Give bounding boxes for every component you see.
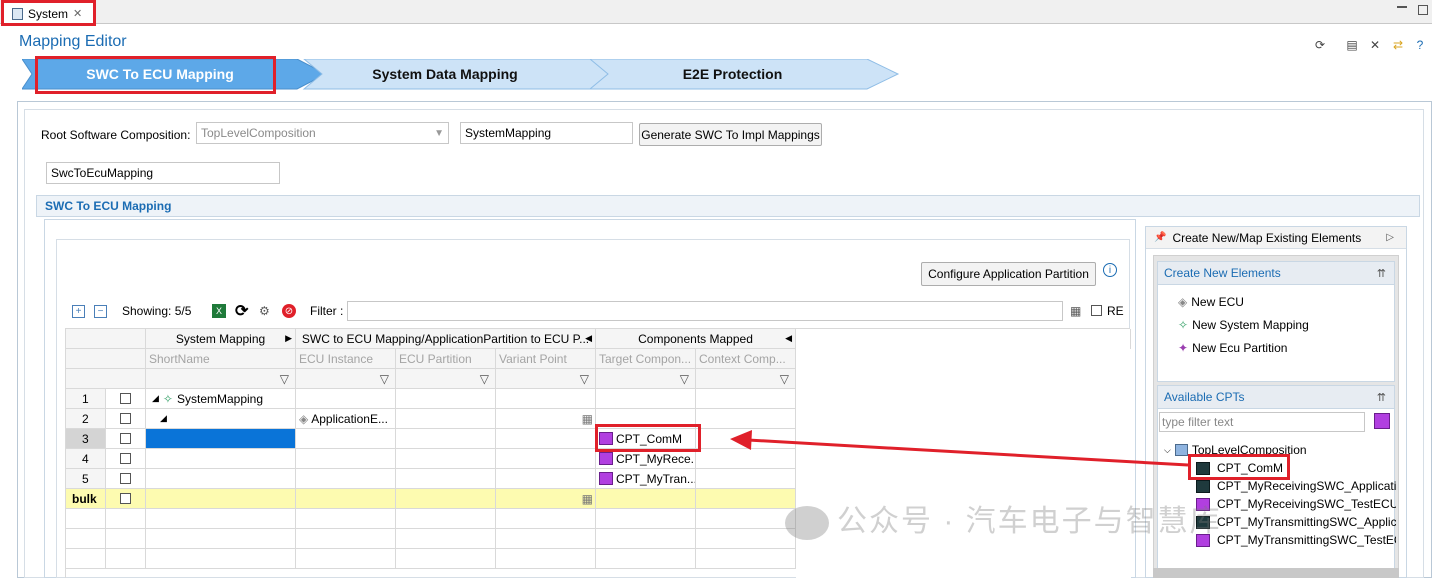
drag-arrow xyxy=(730,430,1189,467)
watermark: 公众号 · 汽车电子与智慧库 xyxy=(785,496,1222,541)
wechat-icon xyxy=(785,506,829,541)
watermark-text: 公众号 · 汽车电子与智慧库 xyxy=(837,505,1222,538)
